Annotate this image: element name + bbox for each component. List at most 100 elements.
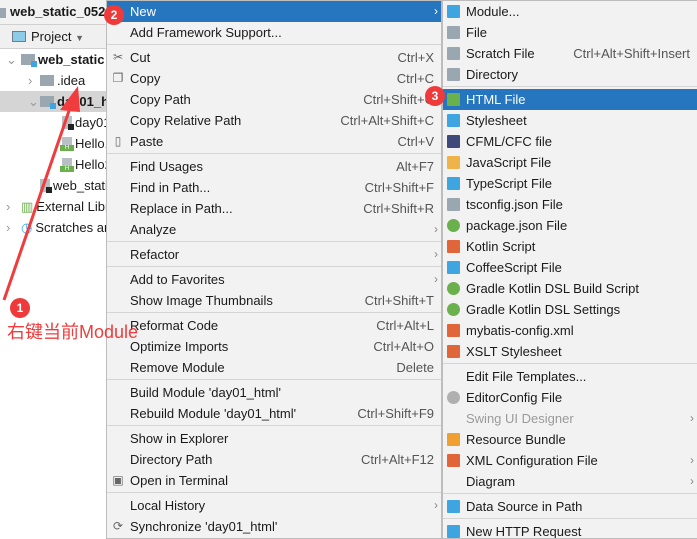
menu-item-module[interactable]: Module... — [443, 1, 697, 22]
tree-item-day01-html-iml[interactable]: day01_html.iml — [0, 112, 106, 133]
menu-item-label: Remove Module — [130, 360, 225, 375]
terminal-icon: ▣ — [112, 473, 124, 487]
nodejs-icon — [447, 219, 460, 232]
menu-item-shortcut: Ctrl+Shift+C — [363, 92, 434, 107]
annotation-step-3: 3 — [425, 86, 445, 106]
menu-item-refactor[interactable]: Refactor › — [107, 244, 441, 265]
menu-item-new[interactable]: New › — [107, 1, 441, 22]
js-file-icon — [447, 156, 460, 169]
chevron-right-icon[interactable]: › — [6, 196, 16, 217]
html-file-icon — [60, 137, 74, 151]
tree-item-hello-html[interactable]: Hello.html — [0, 133, 106, 154]
menu-item-package-json-file[interactable]: package.json File — [443, 215, 697, 236]
project-view-selector[interactable]: Project ▼ — [0, 25, 106, 49]
menu-item-label: Replace in Path... — [130, 201, 233, 216]
tree-item-scratches-and-consoles[interactable]: › ◷Scratches and Consoles — [0, 217, 106, 238]
menu-item-label: Edit File Templates... — [466, 369, 587, 384]
menu-item-edit-file-templates[interactable]: Edit File Templates... — [443, 366, 697, 387]
tree-item-day01-html[interactable]: ⌄ day01_html — [0, 91, 106, 112]
menu-item-remove-module[interactable]: Remove Module Delete — [107, 357, 441, 378]
menu-item-shortcut: Delete — [396, 360, 434, 375]
chevron-right-icon[interactable]: › — [6, 217, 16, 238]
menu-item-label: package.json File — [466, 218, 568, 233]
tree-item-idea[interactable]: › .idea — [0, 70, 106, 91]
menu-item-open-in-terminal[interactable]: ▣ Open in Terminal — [107, 470, 441, 491]
xml-file-icon — [447, 454, 460, 467]
new-submenu[interactable]: Module... File Scratch File Ctrl+Alt+Shift+… — [442, 0, 697, 539]
menu-item-synchronize-day01-html[interactable]: ⟳ Synchronize 'day01_html' — [107, 516, 441, 537]
menu-item-copy[interactable]: ❐ Copy Ctrl+C — [107, 68, 441, 89]
menu-item-replace-in-path[interactable]: Replace in Path... Ctrl+Shift+R — [107, 198, 441, 219]
menu-item-local-history[interactable]: Local History › — [107, 495, 441, 516]
window-title: web_static_0522 — [10, 4, 106, 19]
menu-item-coffeescript-file[interactable]: CoffeeScript File — [443, 257, 697, 278]
menu-item-javascript-file[interactable]: JavaScript File — [443, 152, 697, 173]
menu-item-data-source-in-path[interactable]: Data Source in Path — [443, 496, 697, 517]
menu-item-kotlin-script[interactable]: Kotlin Script — [443, 236, 697, 257]
tree-item-web-static[interactable]: ⌄ web_static — [0, 49, 106, 70]
chevron-right-icon: › — [690, 453, 694, 467]
menu-item-shortcut: Ctrl+C — [396, 71, 434, 86]
menu-item-directory-path[interactable]: Directory Path Ctrl+Alt+F12 — [107, 449, 441, 470]
menu-item-resource-bundle[interactable]: Resource Bundle — [443, 429, 697, 450]
menu-item-shortcut: Ctrl+Alt+L — [376, 318, 434, 333]
menu-item-find-usages[interactable]: Find Usages Alt+F7 — [107, 156, 441, 177]
chevron-down-icon[interactable]: ⌄ — [28, 91, 39, 112]
menu-item-tsconfig-json-file[interactable]: tsconfig.json File — [443, 194, 697, 215]
menu-item-html-file[interactable]: HTML File — [443, 89, 697, 110]
menu-item-directory[interactable]: Directory — [443, 64, 697, 85]
tree-item-external-libraries[interactable]: › ▥External Libraries — [0, 196, 106, 217]
menu-item-show-image-thumbnails[interactable]: Show Image Thumbnails Ctrl+Shift+T — [107, 290, 441, 311]
cfml-file-icon — [447, 135, 460, 148]
menu-item-find-in-path[interactable]: Find in Path... Ctrl+Shift+F — [107, 177, 441, 198]
menu-item-optimize-imports[interactable]: Optimize Imports Ctrl+Alt+O — [107, 336, 441, 357]
project-tree[interactable]: ⌄web_static›.idea⌄day01_htmlday01_html.i… — [0, 49, 106, 238]
menu-item-analyze[interactable]: Analyze › — [107, 219, 441, 240]
gradle-icon — [447, 282, 460, 295]
menu-item-shortcut: Ctrl+X — [397, 50, 434, 65]
menu-item-build-module-day01-html[interactable]: Build Module 'day01_html' — [107, 382, 441, 403]
menu-item-editorconfig-file[interactable]: EditorConfig File — [443, 387, 697, 408]
menu-item-file[interactable]: File — [443, 22, 697, 43]
chevron-right-icon: › — [434, 272, 438, 286]
menu-item-paste[interactable]: ▯ Paste Ctrl+V — [107, 131, 441, 152]
tree-item-label: .idea — [57, 73, 86, 88]
menu-item-show-in-explorer[interactable]: Show in Explorer — [107, 428, 441, 449]
tree-item-label: Scratches and Consoles — [35, 220, 106, 235]
tree-item-label: External Libraries — [36, 199, 106, 214]
menu-item-scratch-file[interactable]: Scratch File Ctrl+Alt+Shift+Insert — [443, 43, 697, 64]
html-file-icon — [60, 158, 74, 172]
menu-item-add-to-favorites[interactable]: Add to Favorites › — [107, 269, 441, 290]
menu-item-diagram[interactable]: Diagram › — [443, 471, 697, 492]
scissors-icon: ✂ — [112, 50, 124, 64]
menu-item-label: Add to Favorites — [130, 272, 225, 287]
menu-item-mybatis-config-xml[interactable]: mybatis-config.xml — [443, 320, 697, 341]
menu-item-swing-ui-designer: Swing UI Designer › — [443, 408, 697, 429]
chevron-right-icon: › — [434, 222, 438, 236]
menu-item-shortcut: Ctrl+Alt+O — [373, 339, 434, 354]
module-folder-icon — [21, 54, 37, 67]
menu-item-copy-path[interactable]: Copy Path Ctrl+Shift+C — [107, 89, 441, 110]
menu-item-gradle-kotlin-dsl-settings[interactable]: Gradle Kotlin DSL Settings — [443, 299, 697, 320]
menu-item-rebuild-module-day01-html[interactable]: Rebuild Module 'day01_html' Ctrl+Shift+F9 — [107, 403, 441, 424]
chevron-down-icon[interactable]: ⌄ — [6, 49, 17, 70]
menu-item-gradle-kotlin-dsl-build-script[interactable]: Gradle Kotlin DSL Build Script — [443, 278, 697, 299]
context-menu[interactable]: New › Add Framework Support... ✂ Cut Ctrl+X ❐ C… — [106, 0, 442, 539]
menu-item-xslt-stylesheet[interactable]: XSLT Stylesheet — [443, 341, 697, 362]
menu-item-label: mybatis-config.xml — [466, 323, 574, 338]
tree-item-web-static-iml[interactable]: web_static.iml — [0, 175, 106, 196]
menu-item-add-framework-support[interactable]: Add Framework Support... — [107, 22, 441, 43]
menu-item-xml-configuration-file[interactable]: XML Configuration File › — [443, 450, 697, 471]
menu-item-cfml-cfc-file[interactable]: CFML/CFC file — [443, 131, 697, 152]
tree-item-hello2-html[interactable]: Hello2.html — [0, 154, 106, 175]
menu-item-reformat-code[interactable]: Reformat Code Ctrl+Alt+L — [107, 315, 441, 336]
menu-item-copy-relative-path[interactable]: Copy Relative Path Ctrl+Alt+Shift+C — [107, 110, 441, 131]
menu-item-cut[interactable]: ✂ Cut Ctrl+X — [107, 47, 441, 68]
menu-item-new-http-request[interactable]: New HTTP Request — [443, 521, 697, 538]
menu-item-stylesheet[interactable]: Stylesheet — [443, 110, 697, 131]
menu-item-typescript-file[interactable]: TypeScript File — [443, 173, 697, 194]
chevron-right-icon[interactable]: › — [28, 70, 38, 91]
menu-item-label: Cut — [130, 50, 151, 65]
folder-icon — [40, 75, 54, 86]
module-icon — [447, 5, 460, 18]
